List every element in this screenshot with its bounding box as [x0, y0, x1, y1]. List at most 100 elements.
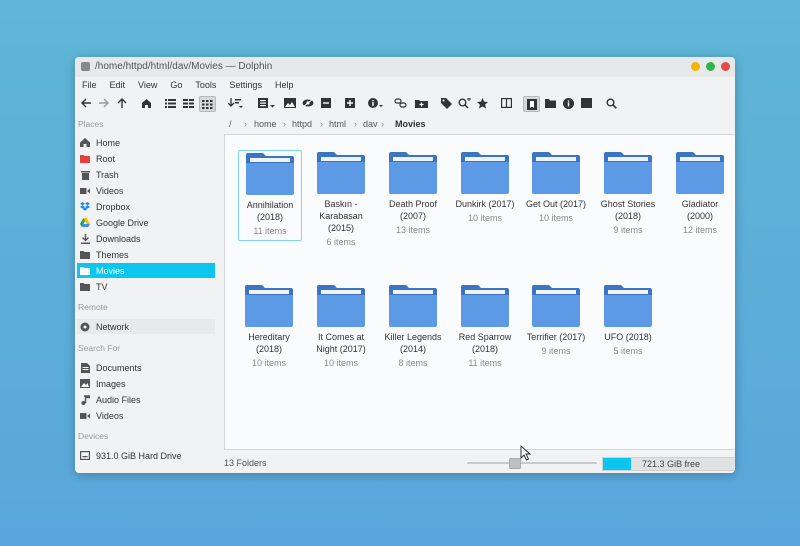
folder-item[interactable]: Get Out (2017) 10 items — [525, 150, 587, 224]
information-panel-icon[interactable] — [561, 96, 575, 110]
breadcrumb-root[interactable]: / — [229, 115, 232, 133]
sidebar-item-label: Videos — [96, 185, 124, 196]
sidebar-item-themes[interactable]: Themes — [77, 247, 215, 262]
menu-settings[interactable]: Settings — [229, 77, 262, 93]
new-folder-icon[interactable] — [413, 96, 429, 110]
title-bar: /home/httpd/html/dav/Movies — Dolphin — [75, 57, 735, 77]
search-for-header: Search For — [78, 343, 121, 353]
sidebar-item-network[interactable]: Network — [77, 319, 215, 334]
search-icon[interactable] — [604, 96, 618, 110]
folder-item[interactable]: Death Proof (2007) 13 items — [382, 150, 444, 236]
bookmark-panel-icon[interactable] — [523, 96, 540, 112]
folder-name: Killer Legends (2014) — [384, 332, 442, 354]
sidebar-item-root[interactable]: Root — [77, 151, 215, 166]
free-space-bar[interactable]: 721.3 GiB free — [602, 457, 735, 471]
download-icon — [80, 233, 90, 244]
breadcrumb-home[interactable]: home — [254, 115, 277, 133]
folder-item[interactable]: Terrifier (2017) 9 items — [525, 283, 587, 357]
sidebar-item-audio-files[interactable]: Audio Files — [77, 392, 215, 407]
details-view-icon[interactable] — [163, 96, 177, 110]
view-options-icon[interactable] — [257, 96, 277, 110]
folder-name: Get Out (2017) — [525, 199, 587, 209]
hidden-files-icon[interactable] — [301, 96, 315, 110]
devices-header: Devices — [78, 431, 109, 441]
info-menu-icon[interactable] — [367, 96, 385, 110]
icons-view-icon[interactable] — [199, 96, 216, 112]
compact-view-icon[interactable] — [181, 96, 195, 110]
folder-item[interactable]: It Comes at Night (2017) 10 items — [310, 283, 372, 369]
folder-item-count: 10 items — [251, 358, 286, 368]
star-icon[interactable] — [475, 96, 489, 110]
sidebar-item-search-videos[interactable]: Videos — [77, 408, 215, 423]
breadcrumb-current[interactable]: Movies — [395, 115, 426, 133]
breadcrumb-httpd[interactable]: httpd — [292, 115, 312, 133]
folder-item[interactable]: Red Sparrow (2018) 11 items — [454, 283, 516, 369]
back-icon[interactable] — [79, 96, 93, 110]
folder-item-count: 9 items — [541, 346, 571, 356]
sidebar-item-hard-drive[interactable]: 931.0 GiB Hard Drive — [77, 448, 215, 463]
sidebar-item-documents[interactable]: Documents — [77, 360, 215, 375]
file-view[interactable]: Annihilation (2018) 11 items Baskın - Kara… — [224, 134, 735, 450]
folder-item[interactable]: Gladiator (2000) 12 items — [669, 150, 731, 236]
folder-item[interactable]: Annihilation (2018) 11 items — [238, 150, 302, 241]
breadcrumb-separator: › — [283, 119, 286, 129]
breadcrumb-separator: › — [354, 119, 357, 129]
folder-item[interactable]: UFO (2018) 5 items — [597, 283, 659, 357]
folder-icon — [461, 285, 509, 327]
breadcrumb-html[interactable]: html — [329, 115, 346, 133]
home-icon[interactable] — [139, 96, 153, 110]
close-button[interactable] — [721, 62, 730, 71]
preview-icon[interactable] — [283, 96, 297, 110]
sidebar-item-videos[interactable]: Videos — [77, 183, 215, 198]
sidebar-item-dropbox[interactable]: Dropbox — [77, 199, 215, 214]
menu-help[interactable]: Help — [275, 77, 294, 93]
image-icon — [80, 379, 90, 389]
folder-item[interactable]: Killer Legends (2014) 8 items — [382, 283, 444, 369]
tag-icon[interactable] — [439, 96, 453, 110]
menu-file[interactable]: File — [82, 77, 97, 93]
folder-icon — [80, 282, 90, 292]
folder-item[interactable]: Baskın - Karabasan (2015) 6 items — [310, 150, 372, 248]
sidebar-item-trash[interactable]: Trash — [77, 167, 215, 182]
split-icon[interactable] — [499, 96, 513, 110]
sidebar-item-tv[interactable]: TV — [77, 279, 215, 294]
menu-edit[interactable]: Edit — [110, 77, 126, 93]
up-icon[interactable] — [115, 96, 129, 110]
used-space-fill — [603, 458, 631, 470]
folder-name: Gladiator (2000) — [681, 199, 719, 221]
folder-item-count: 9 items — [613, 225, 643, 235]
folder-item[interactable]: Hereditary (2018) 10 items — [238, 283, 300, 369]
folder-name: Death Proof (2007) — [388, 199, 438, 221]
sidebar-item-images[interactable]: Images — [77, 376, 215, 391]
find-icon[interactable] — [456, 96, 472, 110]
minimize-button[interactable] — [691, 62, 700, 71]
folder-icon — [389, 152, 437, 194]
link-icon[interactable] — [393, 96, 409, 110]
status-bar: 13 Folders 721.3 GiB free — [221, 453, 735, 473]
menu-tools[interactable]: Tools — [195, 77, 216, 93]
breadcrumb-dav[interactable]: dav — [363, 115, 378, 133]
sidebar-item-downloads[interactable]: Downloads — [77, 231, 215, 246]
sidebar-item-home[interactable]: Home — [77, 135, 215, 150]
sidebar-item-google-drive[interactable]: Google Drive — [77, 215, 215, 230]
sidebar-item-movies[interactable]: Movies — [77, 263, 215, 278]
add-icon[interactable] — [343, 96, 357, 110]
folder-item[interactable]: Dunkirk (2017) 10 items — [454, 150, 516, 224]
folder-count: 13 Folders — [224, 458, 267, 468]
menu-go[interactable]: Go — [170, 77, 182, 93]
trash-icon — [80, 170, 90, 180]
dolphin-window: /home/httpd/html/dav/Movies — Dolphin Fi… — [75, 57, 735, 473]
maximize-button[interactable] — [706, 62, 715, 71]
folder-item[interactable]: Ghost Stories (2018) 9 items — [597, 150, 659, 236]
sort-icon[interactable] — [227, 96, 245, 110]
menu-view[interactable]: View — [138, 77, 157, 93]
forward-icon[interactable] — [96, 96, 110, 110]
zoom-slider[interactable] — [467, 462, 597, 464]
terminal-panel-icon[interactable] — [579, 96, 593, 110]
remove-icon[interactable] — [319, 96, 333, 110]
sidebar-item-label: Trash — [96, 169, 119, 180]
sidebar-item-label: Documents — [96, 362, 142, 373]
places-header: Places — [78, 119, 104, 129]
folder-icon — [317, 152, 365, 194]
folders-panel-icon[interactable] — [543, 96, 557, 110]
